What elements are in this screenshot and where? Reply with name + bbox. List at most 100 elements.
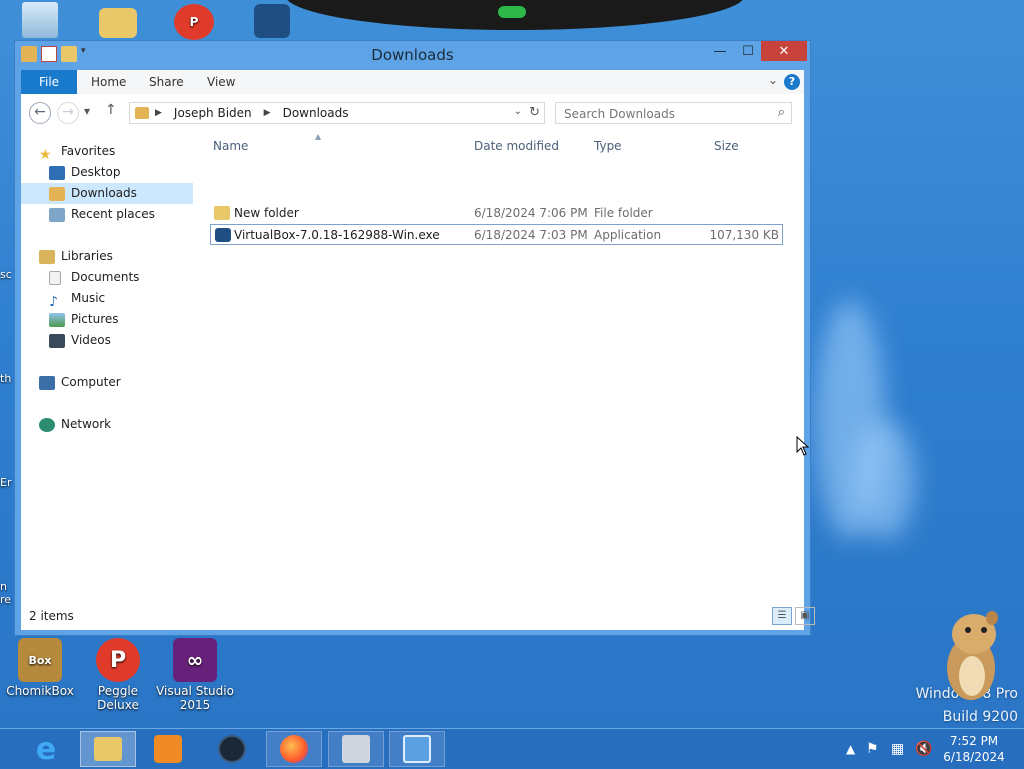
refresh-icon[interactable]: ↻ [529,105,540,120]
taskbar-installer[interactable] [328,731,384,767]
tab-share[interactable]: Share [135,70,198,94]
nav-libraries[interactable]: Libraries [39,246,113,267]
tab-view[interactable]: View [193,70,249,94]
file-list: ▲ Name Date modified Type Size New folde… [193,132,804,602]
help-icon[interactable]: ? [784,74,800,90]
breadcrumb-separator-icon[interactable]: ▶ [258,108,277,118]
media-player-icon [154,735,182,763]
column-header-date[interactable]: Date modified [474,139,559,153]
recent-locations-chevron-icon[interactable]: ▾ [84,104,90,118]
desktop-icon-label: Peggle Deluxe [97,684,139,712]
desktop-folder-icon [49,165,65,180]
taskbar-file-explorer[interactable] [80,731,136,767]
clipped-desktop-label: Er [0,476,12,489]
nav-item-videos[interactable]: Videos [49,330,111,351]
navigation-pane: ★ Favorites Desktop Downloads Recent pla… [21,132,193,602]
desktop-app-icon[interactable] [96,8,140,40]
firefox-icon [280,735,308,763]
details-view-icon[interactable]: ☰ [772,607,792,625]
star-icon: ★ [39,146,52,163]
column-header-name[interactable]: Name [213,139,248,153]
search-box[interactable]: ⌕ [555,102,792,124]
nav-item-downloads[interactable]: Downloads [21,183,193,204]
file-type: File folder [594,206,653,220]
show-hidden-icons-chevron-icon[interactable]: ▲ [846,729,855,769]
virtualbox-icon[interactable] [250,4,294,40]
breadcrumb-item-user[interactable]: Joseph Biden [168,106,258,120]
nav-label: Videos [71,333,111,347]
file-date: 6/18/2024 7:03 PM [474,228,588,242]
nav-label: Libraries [61,249,113,263]
address-bar[interactable]: ▶ Joseph Biden ▶ Downloads ⌄ ↻ [129,102,545,124]
ribbon-tabs: File Home Share View ⌄ ? [21,70,804,95]
maximize-button[interactable]: ☐ [733,41,763,61]
folder-icon [135,107,149,119]
network-tray-icon[interactable]: ▦ [891,729,904,769]
ribbon-expand-chevron-icon[interactable]: ⌄ [768,73,778,87]
peggle-top-icon[interactable]: P [172,4,216,40]
action-center-flag-icon[interactable]: ⚑ [866,729,879,769]
nav-network[interactable]: Network [39,414,111,435]
forward-button[interactable]: → [57,102,79,124]
breadcrumb-item-downloads[interactable]: Downloads [277,106,355,120]
taskbar-control-panel[interactable] [389,731,445,767]
wallpaper-ufo-light [498,6,526,18]
downloads-folder-icon [49,186,65,201]
taskbar-obs[interactable] [204,731,260,767]
sort-ascending-icon: ▲ [315,132,322,141]
column-header-size[interactable]: Size [714,139,739,153]
window-titlebar[interactable]: ▾ Downloads — ☐ ✕ [15,41,810,69]
up-button[interactable]: ↑ [105,102,117,118]
tab-file[interactable]: File [21,70,77,94]
nav-item-recent-places[interactable]: Recent places [49,204,155,225]
nav-item-documents[interactable]: Documents [49,267,139,288]
search-icon[interactable]: ⌕ [778,105,785,120]
tab-home[interactable]: Home [77,70,140,94]
file-type: Application [594,228,662,242]
nav-item-desktop[interactable]: Desktop [49,162,121,183]
nav-computer[interactable]: Computer [39,372,121,393]
hamster-mascot-icon [947,611,998,700]
item-count: 2 items [29,609,74,623]
internet-explorer-icon: e [35,731,57,767]
nav-label: Recent places [71,207,155,221]
chomikbox-icon: Box [18,638,62,682]
back-button[interactable]: ← [29,102,51,124]
desktop-icon-visual-studio[interactable]: ∞ Visual Studio 2015 [155,638,235,712]
nav-label: Network [61,417,112,431]
desktop-icon-chomikbox[interactable]: Box ChomikBox [0,638,80,698]
table-row[interactable]: VirtualBox-7.0.18-162988-Win.exe 6/18/20… [210,224,783,245]
search-input[interactable] [562,104,766,124]
nav-item-pictures[interactable]: Pictures [49,309,119,330]
taskbar: e ▲ ⚑ ▦ 🔇 7:52 PM 6/18/2024 [0,728,1024,769]
nav-favorites[interactable]: ★ Favorites [39,141,115,163]
videos-icon [49,333,65,348]
address-dropdown-chevron-icon[interactable]: ⌄ [514,106,522,117]
nav-item-music[interactable]: ♪ Music [49,288,105,310]
file-explorer-icon [94,737,122,761]
nav-label: Desktop [71,165,121,179]
volume-muted-icon[interactable]: 🔇 [915,729,932,769]
taskbar-firefox[interactable] [266,731,322,767]
large-icons-view-icon[interactable]: ▣ [795,607,815,625]
taskbar-internet-explorer[interactable]: e [18,731,74,767]
minimize-button[interactable]: — [705,41,735,61]
column-header-type[interactable]: Type [594,139,622,153]
taskbar-media-player[interactable] [140,731,196,767]
desktop-icon-label: ChomikBox [6,684,74,698]
system-clock[interactable]: 7:52 PM 6/18/2024 [940,733,1008,765]
desktop-icon-label: Visual Studio 2015 [156,684,234,712]
breadcrumb-separator-icon[interactable]: ▶ [149,108,168,118]
nav-label: Downloads [71,186,137,200]
close-button[interactable]: ✕ [761,41,807,61]
recent-places-icon [49,207,65,222]
recycle-bin-icon[interactable] [18,2,62,40]
table-row[interactable]: New folder 6/18/2024 7:06 PM File folder [210,203,783,224]
clock-date: 6/18/2024 [943,750,1005,764]
window-body: ★ Favorites Desktop Downloads Recent pla… [21,132,815,630]
file-date: 6/18/2024 7:06 PM [474,206,588,220]
clock-time: 7:52 PM [949,734,999,748]
desktop-icon-peggle[interactable]: P Peggle Deluxe [78,638,158,712]
nav-label: Pictures [71,312,119,326]
mouse-cursor-icon [796,436,810,456]
